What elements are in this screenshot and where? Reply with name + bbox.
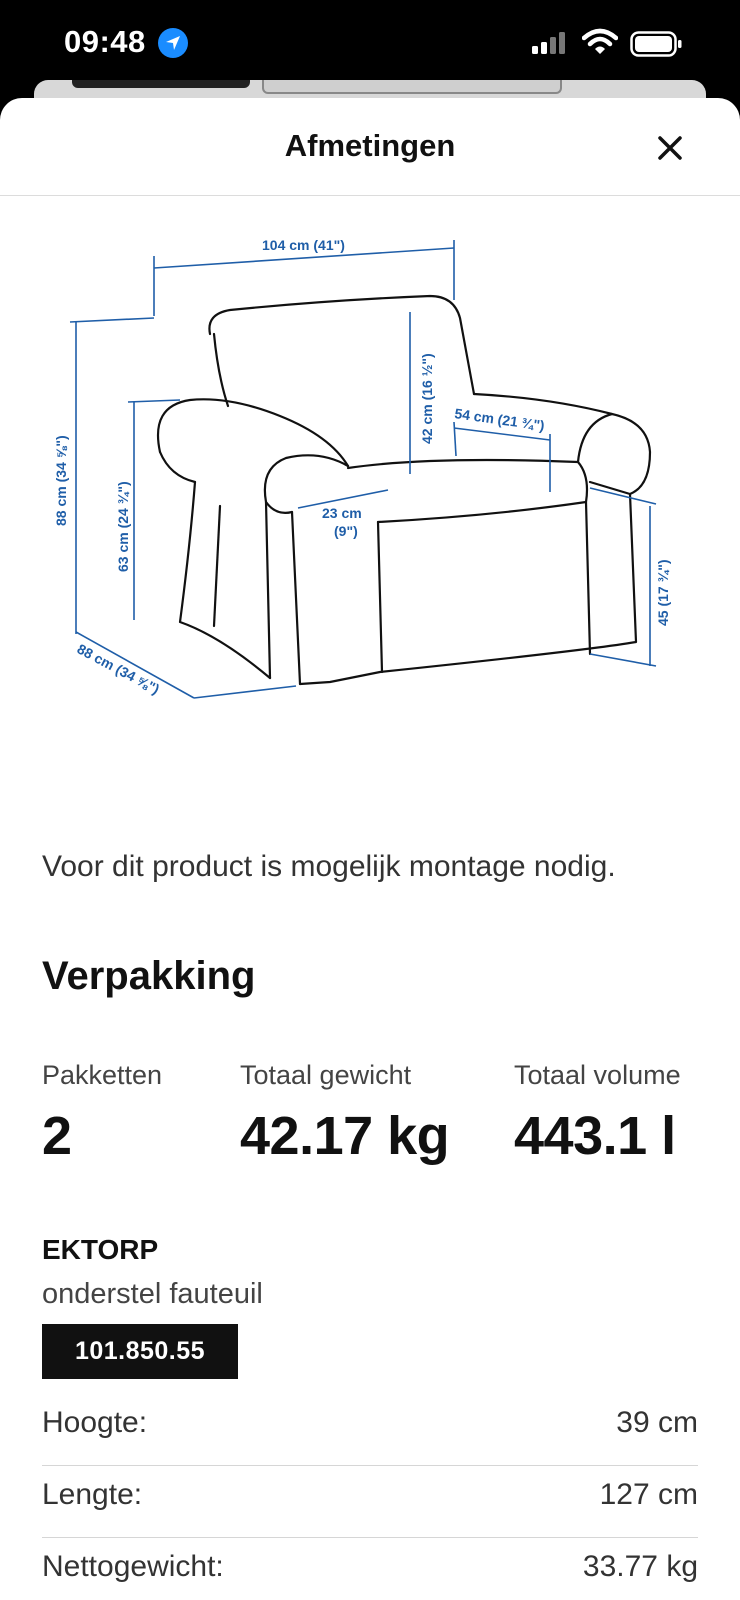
signal-icon [532,32,565,54]
packages-value: 2 [42,1106,72,1166]
seat-height-dimension-label: 45 (17 ¾") [655,559,671,626]
armchair-dimension-diagram: 104 cm (41") 88 cm (34 ⅝") 63 cm (24 ¾")… [53,237,671,699]
product-description: onderstel fauteuil [42,1278,263,1310]
background-tab-dark [72,80,250,88]
packages-stat: Pakketten 2 [42,1060,162,1167]
back-height-dimension-label: 42 cm (16 ½") [419,353,435,444]
product-name: EKTORP [42,1234,159,1265]
height-dimension-label: 88 cm (34 ⅝") [53,435,69,526]
total-weight-label: Totaal gewicht [240,1060,412,1090]
close-icon[interactable] [650,128,690,168]
packages-label: Pakketten [42,1060,163,1090]
arm-width-dimension-label: 23 cm [322,505,362,521]
total-volume-label: Totaal volume [514,1060,681,1090]
dimensions-modal: Afmetingen 104 cm (41") 88 cm (34 ⅝") 63… [0,98,740,1600]
spec-label: Hoogte: [42,1406,148,1439]
depth-dimension-label: 88 cm (34 ⅝") [75,641,163,698]
status-time: 09:48 [64,24,146,59]
total-weight-stat: Totaal gewicht 42.17 kg [240,1060,450,1167]
arm-height-dimension-label: 63 cm (24 ¾") [115,481,131,572]
article-number-badge: 101.850.55 [42,1324,238,1379]
status-bar: 09:48 [0,0,740,90]
width-dimension-label: 104 cm (41") [262,237,345,253]
arm-width-inch-label: (9") [334,523,358,539]
total-volume-value: 443.1 l [514,1106,676,1166]
total-volume-stat: Totaal volume 443.1 l [514,1060,681,1167]
spec-row-height: Hoogte: 39 cm [42,1394,698,1466]
modal-title: Afmetingen [284,128,456,163]
spec-label: Lengte: [42,1478,143,1511]
spec-label: Nettogewicht: [42,1550,224,1583]
spec-value: 33.77 kg [582,1550,698,1583]
wifi-icon [582,28,618,54]
total-weight-value: 42.17 kg [240,1106,450,1166]
location-icon [158,28,188,58]
assembly-note: Voor dit product is mogelijk montage nod… [42,850,616,883]
modal-header: Afmetingen [0,98,740,196]
background-tab-outline [262,80,562,94]
packaging-title: Verpakking [42,954,256,998]
spec-value: 39 cm [616,1406,698,1439]
close-button[interactable] [650,128,690,168]
spec-value: 127 cm [599,1478,698,1511]
spec-row-length: Lengte: 127 cm [42,1466,698,1538]
spec-row-net-weight: Nettogewicht: 33.77 kg [42,1538,698,1600]
battery-icon [630,31,682,57]
